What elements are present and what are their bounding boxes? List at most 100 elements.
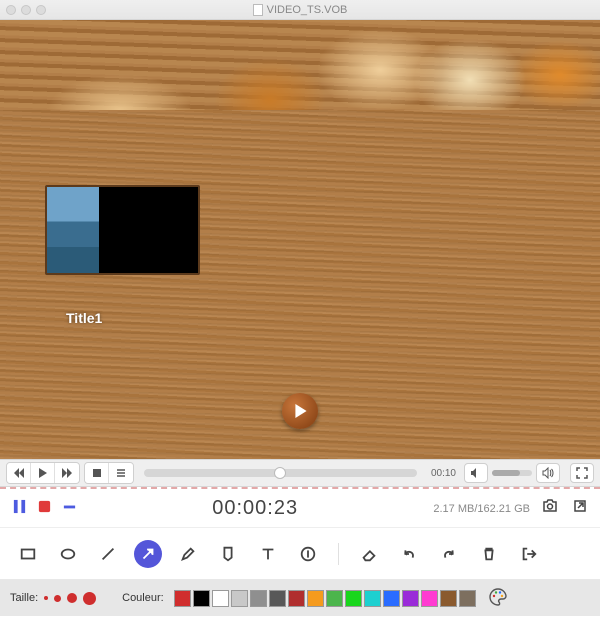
size-option-3[interactable] (67, 593, 77, 603)
record-stop-icon (37, 499, 52, 514)
arrow-icon (139, 545, 157, 563)
speaker-icon (542, 467, 554, 479)
pen-tool[interactable] (174, 540, 202, 568)
rewind-button[interactable] (7, 463, 31, 483)
color-label: Couleur: (122, 592, 164, 604)
marker-icon (219, 545, 237, 563)
undo-button[interactable] (395, 540, 423, 568)
mute-button[interactable] (464, 463, 488, 483)
stop-recording-button[interactable] (37, 499, 52, 519)
stop-menu-group (84, 462, 134, 484)
marker-tool[interactable] (214, 540, 242, 568)
video-preview: Title1 (0, 20, 600, 459)
exit-icon (520, 545, 538, 563)
color-swatch-1[interactable] (193, 590, 210, 607)
fast-forward-button[interactable] (55, 463, 79, 483)
rectangle-tool[interactable] (14, 540, 42, 568)
recording-storage-label: 2.17 MB/162.21 GB (433, 503, 530, 515)
traffic-close[interactable] (6, 5, 16, 15)
menu-thumbnail[interactable] (45, 185, 200, 275)
color-swatch-0[interactable] (174, 590, 191, 607)
fullscreen-icon (576, 467, 588, 479)
minimize-icon (62, 499, 77, 514)
size-option-2[interactable] (54, 595, 61, 602)
arrow-tool[interactable] (134, 540, 162, 568)
eraser-tool[interactable] (355, 540, 383, 568)
rewind-icon (13, 467, 25, 479)
player-controls: 00:10 (0, 459, 600, 487)
play-button[interactable] (31, 463, 55, 483)
volume-slider[interactable] (492, 470, 532, 476)
redo-button[interactable] (435, 540, 463, 568)
menu-title-label[interactable]: Title1 (66, 310, 102, 326)
rectangle-icon (19, 545, 37, 563)
redo-icon (440, 545, 458, 563)
recorder-strip: 00:00:23 2.17 MB/162.21 GB (0, 490, 600, 528)
size-option-1[interactable] (44, 596, 48, 600)
menu-thumbnail-image (47, 187, 99, 273)
seek-thumb[interactable] (274, 467, 286, 479)
minimize-recording-button[interactable] (62, 499, 77, 519)
ellipse-icon (59, 545, 77, 563)
color-swatch-11[interactable] (383, 590, 400, 607)
recorder-right-controls (542, 498, 588, 519)
traffic-zoom[interactable] (36, 5, 46, 15)
color-swatch-15[interactable] (459, 590, 476, 607)
color-swatch-10[interactable] (364, 590, 381, 607)
line-tool[interactable] (94, 540, 122, 568)
titlebar: VIDEO_TS.VOB (0, 0, 600, 20)
window-title: VIDEO_TS.VOB (0, 4, 600, 16)
external-icon (572, 498, 588, 514)
color-swatch-8[interactable] (326, 590, 343, 607)
color-swatch-2[interactable] (212, 590, 229, 607)
annotation-toolbar (0, 528, 600, 580)
color-swatch-7[interactable] (307, 590, 324, 607)
pen-icon (179, 545, 197, 563)
number-icon (299, 545, 317, 563)
window-title-text: VIDEO_TS.VOB (267, 4, 348, 16)
palette-icon (488, 587, 508, 607)
pause-icon (12, 499, 27, 514)
traffic-minimize[interactable] (21, 5, 31, 15)
play-icon (37, 467, 49, 479)
window-traffic-lights (6, 5, 46, 15)
color-swatch-13[interactable] (421, 590, 438, 607)
fullscreen-button[interactable] (570, 463, 594, 483)
number-callout-tool[interactable] (294, 540, 322, 568)
stop-icon (91, 467, 103, 479)
color-swatch-6[interactable] (288, 590, 305, 607)
pause-recording-button[interactable] (12, 499, 27, 519)
color-swatch-3[interactable] (231, 590, 248, 607)
color-swatch-5[interactable] (269, 590, 286, 607)
seek-slider[interactable] (144, 469, 417, 477)
open-external-button[interactable] (572, 498, 588, 519)
text-icon (259, 545, 277, 563)
stop-button[interactable] (85, 463, 109, 483)
app-window: VIDEO_TS.VOB Title1 00:10 (0, 0, 600, 637)
exit-annotation-button[interactable] (515, 540, 543, 568)
playlist-button[interactable] (109, 463, 133, 483)
text-tool[interactable] (254, 540, 282, 568)
camera-icon (542, 498, 558, 514)
center-play-button[interactable] (282, 393, 318, 429)
play-icon (294, 404, 308, 418)
recorder-controls (12, 499, 77, 519)
color-picker-button[interactable] (488, 587, 508, 610)
document-icon (253, 4, 263, 16)
volume-button[interactable] (536, 463, 560, 483)
ellipse-tool[interactable] (54, 540, 82, 568)
volume-fill (492, 470, 520, 476)
eraser-icon (360, 545, 378, 563)
size-label: Taille: (10, 592, 38, 604)
list-icon (115, 467, 127, 479)
screenshot-button[interactable] (542, 498, 558, 519)
color-swatch-9[interactable] (345, 590, 362, 607)
color-swatches (174, 590, 476, 607)
color-swatch-14[interactable] (440, 590, 457, 607)
color-swatch-4[interactable] (250, 590, 267, 607)
size-option-4[interactable] (83, 592, 96, 605)
delete-button[interactable] (475, 540, 503, 568)
undo-icon (400, 545, 418, 563)
recording-elapsed-time: 00:00:23 (89, 497, 421, 520)
color-swatch-12[interactable] (402, 590, 419, 607)
